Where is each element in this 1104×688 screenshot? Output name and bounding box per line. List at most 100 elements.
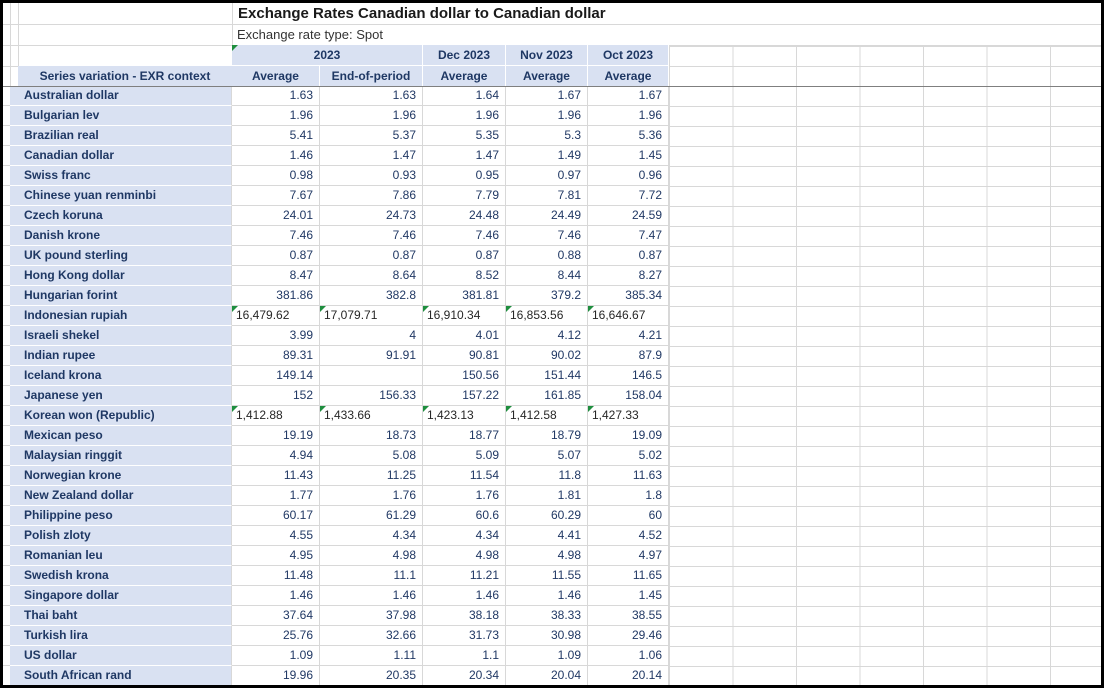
value-cell[interactable]: 20.04 bbox=[506, 666, 588, 685]
value-cell[interactable]: 24.73 bbox=[320, 206, 423, 226]
row-label-cell[interactable]: Indian rupee bbox=[10, 346, 232, 366]
report-subtitle[interactable]: Exchange rate type: Spot bbox=[232, 24, 1101, 45]
row-label-cell[interactable]: Polish zloty bbox=[10, 526, 232, 546]
value-cell[interactable]: 37.98 bbox=[320, 606, 423, 626]
value-cell[interactable]: 31.73 bbox=[423, 626, 506, 646]
value-cell[interactable]: 17,079.71 bbox=[320, 306, 423, 326]
value-cell[interactable]: 32.66 bbox=[320, 626, 423, 646]
value-cell[interactable]: 150.56 bbox=[423, 366, 506, 386]
row-label-cell[interactable]: UK pound sterling bbox=[10, 246, 232, 266]
value-cell[interactable]: 20.34 bbox=[423, 666, 506, 685]
value-cell[interactable]: 156.33 bbox=[320, 386, 423, 406]
row-label-cell[interactable]: Bulgarian lev bbox=[10, 106, 232, 126]
value-cell[interactable]: 11.21 bbox=[423, 566, 506, 586]
value-cell[interactable]: 158.04 bbox=[588, 386, 669, 406]
value-cell[interactable]: 1.46 bbox=[423, 586, 506, 606]
value-cell[interactable]: 4.34 bbox=[320, 526, 423, 546]
value-cell[interactable]: 149.14 bbox=[232, 366, 320, 386]
value-cell[interactable]: 5.07 bbox=[506, 446, 588, 466]
value-cell[interactable]: 8.27 bbox=[588, 266, 669, 286]
value-cell[interactable]: 385.34 bbox=[588, 286, 669, 306]
subheader-dec-average[interactable]: Average bbox=[423, 66, 506, 86]
value-cell[interactable]: 0.87 bbox=[423, 246, 506, 266]
value-cell[interactable]: 1.06 bbox=[588, 646, 669, 666]
value-cell[interactable]: 1.76 bbox=[423, 486, 506, 506]
value-cell[interactable]: 1,427.33 bbox=[588, 406, 669, 426]
value-cell[interactable]: 87.9 bbox=[588, 346, 669, 366]
value-cell[interactable]: 19.19 bbox=[232, 426, 320, 446]
value-cell[interactable]: 8.47 bbox=[232, 266, 320, 286]
subheader-oct-average[interactable]: Average bbox=[588, 66, 669, 86]
value-cell[interactable]: 1.8 bbox=[588, 486, 669, 506]
value-cell[interactable]: 151.44 bbox=[506, 366, 588, 386]
value-cell[interactable]: 16,910.34 bbox=[423, 306, 506, 326]
value-cell[interactable]: 11.63 bbox=[588, 466, 669, 486]
value-cell[interactable]: 24.01 bbox=[232, 206, 320, 226]
value-cell[interactable]: 1,433.66 bbox=[320, 406, 423, 426]
value-cell[interactable]: 18.77 bbox=[423, 426, 506, 446]
row-label-cell[interactable]: Hong Kong dollar bbox=[10, 266, 232, 286]
row-label-cell[interactable]: Swedish krona bbox=[10, 566, 232, 586]
value-cell[interactable]: 19.09 bbox=[588, 426, 669, 446]
value-cell[interactable]: 38.33 bbox=[506, 606, 588, 626]
value-cell[interactable]: 1.96 bbox=[423, 106, 506, 126]
row-label-cell[interactable]: Czech koruna bbox=[10, 206, 232, 226]
corner-header-cell[interactable]: Series variation - EXR context bbox=[18, 66, 232, 86]
row-label-cell[interactable]: Canadian dollar bbox=[10, 146, 232, 166]
value-cell[interactable]: 4.95 bbox=[232, 546, 320, 566]
value-cell[interactable]: 1,412.58 bbox=[506, 406, 588, 426]
value-cell[interactable]: 29.46 bbox=[588, 626, 669, 646]
value-cell[interactable]: 30.98 bbox=[506, 626, 588, 646]
value-cell[interactable]: 7.67 bbox=[232, 186, 320, 206]
value-cell[interactable]: 1.47 bbox=[423, 146, 506, 166]
value-cell[interactable]: 7.46 bbox=[320, 226, 423, 246]
value-cell[interactable]: 38.18 bbox=[423, 606, 506, 626]
value-cell[interactable]: 8.44 bbox=[506, 266, 588, 286]
value-cell[interactable]: 146.5 bbox=[588, 366, 669, 386]
value-cell[interactable]: 152 bbox=[232, 386, 320, 406]
value-cell[interactable]: 5.3 bbox=[506, 126, 588, 146]
value-cell[interactable]: 24.49 bbox=[506, 206, 588, 226]
value-cell[interactable]: 1,423.13 bbox=[423, 406, 506, 426]
value-cell[interactable]: 11.54 bbox=[423, 466, 506, 486]
value-cell[interactable]: 4.55 bbox=[232, 526, 320, 546]
value-cell[interactable]: 37.64 bbox=[232, 606, 320, 626]
value-cell[interactable]: 1.96 bbox=[588, 106, 669, 126]
value-cell[interactable]: 24.48 bbox=[423, 206, 506, 226]
value-cell[interactable]: 4.97 bbox=[588, 546, 669, 566]
value-cell[interactable]: 1.96 bbox=[506, 106, 588, 126]
value-cell[interactable]: 1.46 bbox=[506, 586, 588, 606]
value-cell[interactable]: 1.11 bbox=[320, 646, 423, 666]
value-cell[interactable]: 7.86 bbox=[320, 186, 423, 206]
value-cell[interactable]: 1.1 bbox=[423, 646, 506, 666]
value-cell[interactable]: 1.45 bbox=[588, 586, 669, 606]
value-cell[interactable]: 4.12 bbox=[506, 326, 588, 346]
value-cell[interactable]: 18.73 bbox=[320, 426, 423, 446]
value-cell[interactable]: 0.95 bbox=[423, 166, 506, 186]
value-cell[interactable]: 0.87 bbox=[320, 246, 423, 266]
value-cell[interactable]: 60.29 bbox=[506, 506, 588, 526]
row-label-cell[interactable]: Philippine peso bbox=[10, 506, 232, 526]
value-cell[interactable]: 5.41 bbox=[232, 126, 320, 146]
row-label-cell[interactable]: Singapore dollar bbox=[10, 586, 232, 606]
row-label-cell[interactable]: Romanian leu bbox=[10, 546, 232, 566]
subheader-2023-end-of-period[interactable]: End-of-period bbox=[320, 66, 423, 86]
value-cell[interactable]: 0.88 bbox=[506, 246, 588, 266]
value-cell[interactable]: 20.35 bbox=[320, 666, 423, 685]
value-cell[interactable]: 1.63 bbox=[232, 86, 320, 106]
value-cell[interactable]: 7.46 bbox=[506, 226, 588, 246]
value-cell[interactable]: 8.52 bbox=[423, 266, 506, 286]
row-label-cell[interactable]: Norwegian krone bbox=[10, 466, 232, 486]
value-cell[interactable]: 16,853.56 bbox=[506, 306, 588, 326]
value-cell[interactable]: 5.35 bbox=[423, 126, 506, 146]
value-cell[interactable]: 7.47 bbox=[588, 226, 669, 246]
value-cell[interactable]: 4.21 bbox=[588, 326, 669, 346]
value-cell[interactable]: 1.49 bbox=[506, 146, 588, 166]
value-cell[interactable]: 7.79 bbox=[423, 186, 506, 206]
value-cell[interactable]: 4.41 bbox=[506, 526, 588, 546]
value-cell[interactable]: 8.64 bbox=[320, 266, 423, 286]
value-cell[interactable]: 1.96 bbox=[232, 106, 320, 126]
value-cell[interactable]: 0.96 bbox=[588, 166, 669, 186]
value-cell[interactable]: 7.72 bbox=[588, 186, 669, 206]
value-cell[interactable]: 1.47 bbox=[320, 146, 423, 166]
